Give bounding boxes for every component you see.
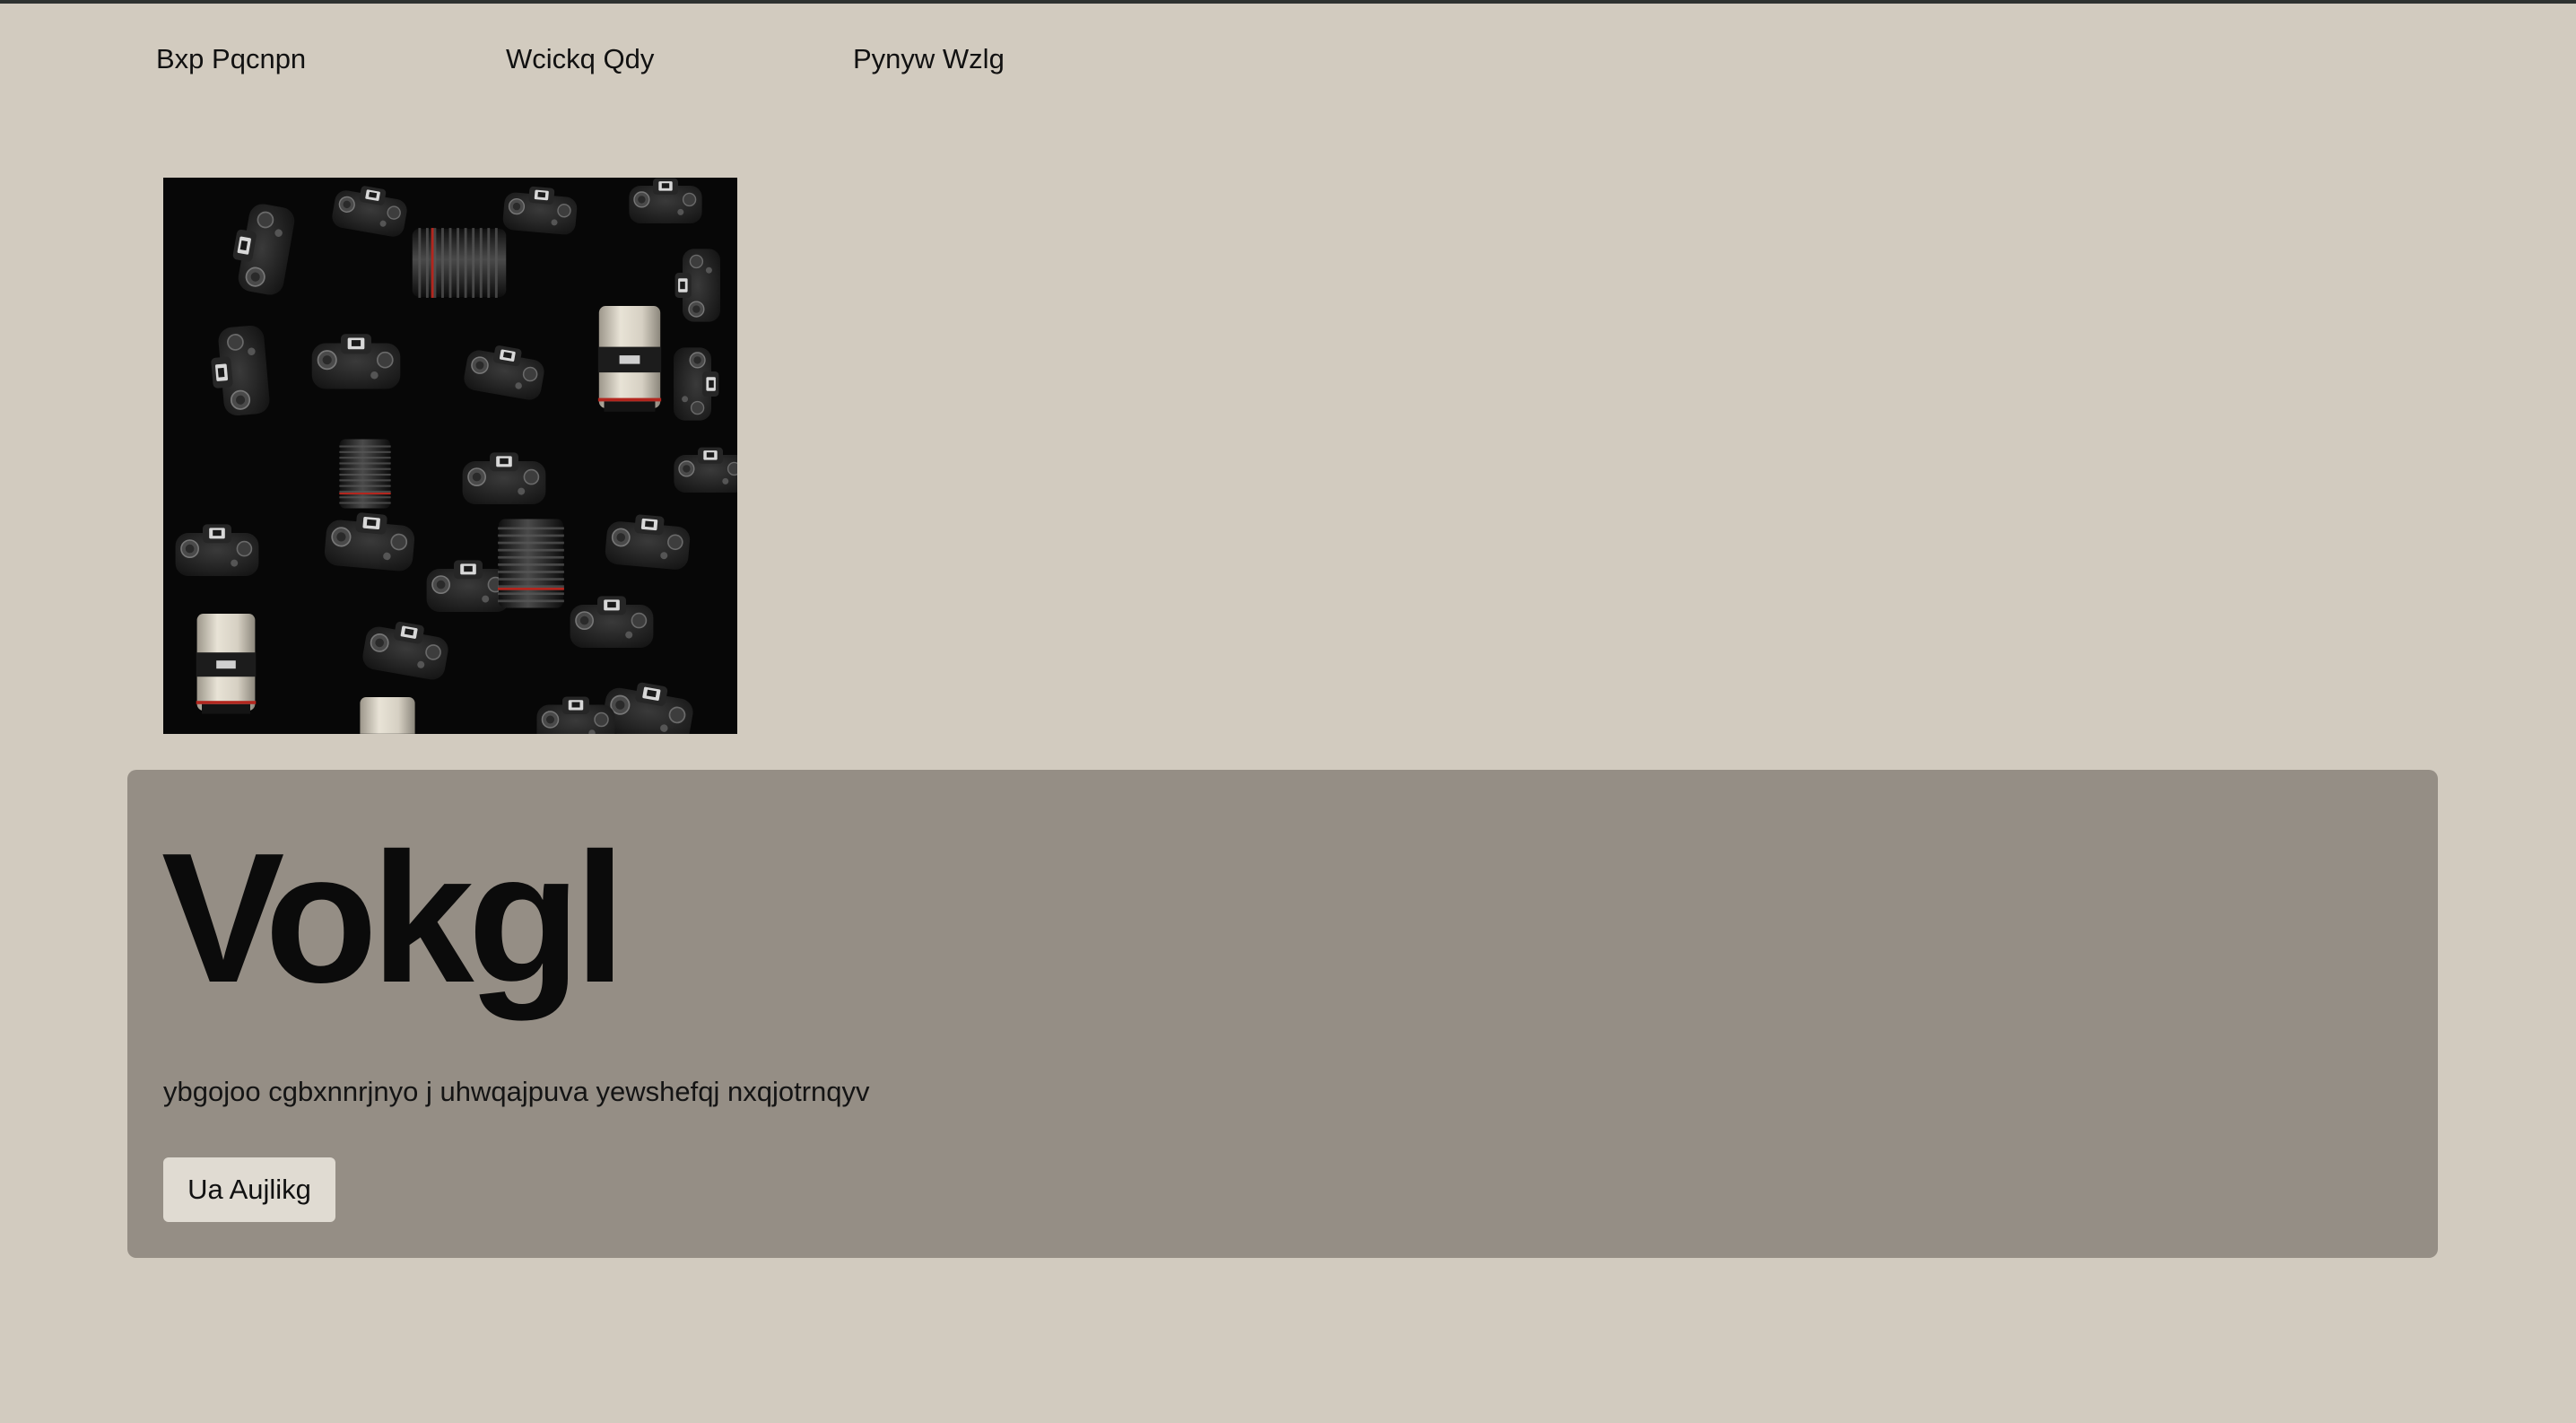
hero-panel: Vokgl ybgojoo cgbxnnrjnyo j uhwqajpuva y… [127,770,2438,1258]
top-border [0,0,2576,4]
cameras-photo-graphic [163,178,737,734]
black-lens-shape [339,439,391,509]
nav-link-2[interactable]: Wcickq Qdy [506,39,654,79]
panel-title: Vokgl [161,815,626,1021]
nav-link-1[interactable]: Bxp Pqcnpn [156,39,306,79]
white-lens-shape [597,306,662,412]
nav-link-3[interactable]: Pynyw Wzlg [853,39,1005,79]
white-lens-shape [359,697,416,734]
hero-image [163,178,737,734]
black-lens-shape [498,519,564,608]
panel-action-button[interactable]: Ua Aujlikg [163,1157,335,1222]
black-lens-shape [412,228,507,298]
panel-description: ybgojoo cgbxnnrjnyo j uhwqajpuva yewshef… [163,1076,870,1107]
white-lens-shape [196,614,257,714]
